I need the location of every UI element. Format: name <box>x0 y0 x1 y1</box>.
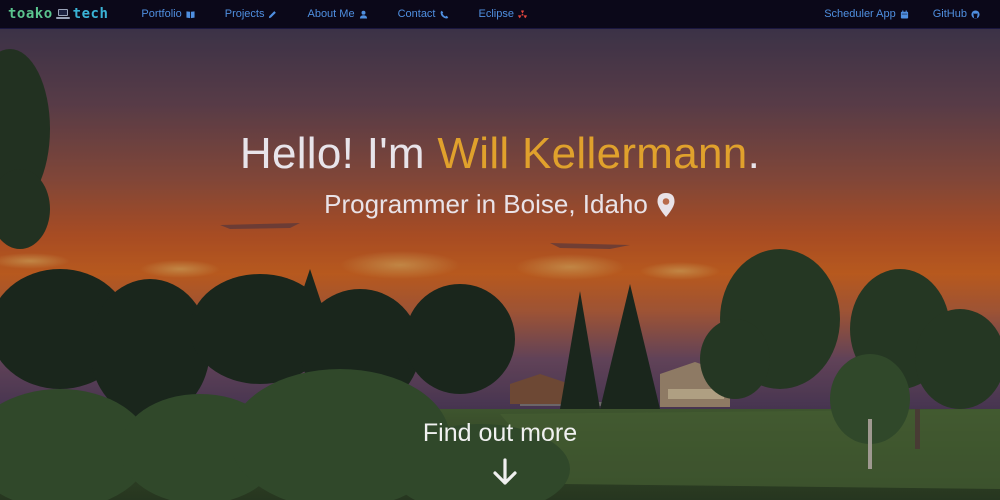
calendar-icon <box>900 9 908 19</box>
nav-link-eclipse[interactable]: Eclipse <box>464 0 542 29</box>
radiation-icon <box>518 9 527 18</box>
brand-logo-left: toako <box>8 6 53 22</box>
nav-link-scheduler[interactable]: Scheduler App <box>812 0 921 29</box>
github-icon <box>971 9 980 19</box>
hero-section: Hello! I'm Will Kellermann. Programmer i… <box>0 29 1000 500</box>
nav-left-group: Portfolio Projects About Me Contact Ecli… <box>126 0 542 29</box>
user-icon <box>359 10 367 19</box>
subtitle-text: Programmer in Boise, Idaho <box>324 189 648 219</box>
headline-greeting: Hello! I'm <box>239 129 438 178</box>
nav-link-projects[interactable]: Projects <box>210 0 293 29</box>
nav-link-label: About Me <box>307 8 355 20</box>
hero-headline: Hello! I'm Will Kellermann. <box>0 129 1000 179</box>
nav-link-label: Projects <box>224 8 265 20</box>
nav-link-portfolio[interactable]: Portfolio <box>126 0 209 29</box>
nav-link-label: Portfolio <box>141 8 182 20</box>
brand-logo[interactable]: toako tech <box>8 6 108 22</box>
nav-link-label: GitHub <box>932 8 967 20</box>
phone-icon <box>440 10 448 18</box>
top-navbar: toako tech Portfolio Projects About Me C… <box>0 0 1000 29</box>
nav-right-group: Scheduler App GitHub <box>812 0 992 29</box>
book-icon <box>186 10 195 18</box>
laptop-icon <box>55 8 70 20</box>
hero-subtitle: Programmer in Boise, Idaho <box>0 189 1000 220</box>
nav-link-github[interactable]: GitHub <box>921 0 992 29</box>
nav-link-label: Contact <box>397 8 436 20</box>
nav-link-about[interactable]: About Me <box>292 0 382 29</box>
headline-name: Will Kellermann <box>437 129 748 178</box>
find-out-more-link[interactable]: Find out more <box>0 419 1000 448</box>
brand-logo-right: tech <box>72 6 109 22</box>
nav-link-label: Scheduler App <box>824 8 896 20</box>
headline-period: . <box>747 129 761 178</box>
nav-link-label: Eclipse <box>478 8 514 20</box>
arrow-down-icon[interactable] <box>490 457 520 487</box>
pencil-icon <box>269 10 277 18</box>
map-marker-icon <box>657 192 675 217</box>
nav-link-contact[interactable]: Contact <box>383 0 464 29</box>
